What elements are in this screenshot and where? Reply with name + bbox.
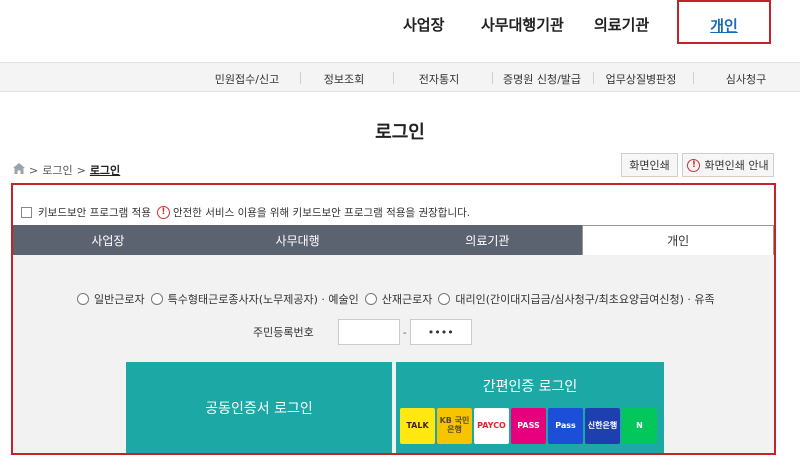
radio-button[interactable] bbox=[77, 293, 89, 305]
worker-type-option[interactable]: 대리인(간이대지급금/심사청구/최초요양급여신청) · 유족 bbox=[438, 291, 715, 307]
menu-divider bbox=[492, 72, 493, 84]
login-panel: 키보드보안 프로그램 적용 ! 안전한 서비스 이용을 위해 키보드보안 프로그… bbox=[11, 183, 776, 455]
keyboard-security-label[interactable]: 키보드보안 프로그램 적용 bbox=[38, 205, 151, 220]
print-guide-button[interactable]: ! 화면인쇄 안내 bbox=[682, 153, 774, 177]
radio-button[interactable] bbox=[364, 293, 377, 305]
worker-type-group: 일반근로자 특수형태근로종사자(노무제공자) · 예술인 산재근로자 대리인(간… bbox=[77, 291, 715, 307]
keyboard-security-notice-text: 안전한 서비스 이용을 위해 키보드보안 프로그램 적용을 권장합니다. bbox=[172, 207, 471, 219]
worker-type-option[interactable]: 산재근로자 bbox=[364, 291, 433, 307]
samsung-pass-logo-icon[interactable]: Pass bbox=[548, 408, 583, 444]
worker-type-label[interactable]: 특수형태근로종사자(노무제공자) · 예술인 bbox=[168, 291, 359, 307]
nav-personal-box[interactable]: 개인 bbox=[677, 0, 771, 44]
tab-agency[interactable]: 사무대행 bbox=[203, 225, 393, 255]
pass-logo-icon[interactable]: PASS bbox=[511, 408, 546, 444]
resident-number-front-input[interactable] bbox=[337, 319, 400, 345]
breadcrumb-current[interactable]: 로그인 bbox=[90, 162, 120, 178]
home-icon[interactable] bbox=[13, 163, 25, 177]
breadcrumb-separator: > bbox=[76, 163, 86, 177]
nav-business[interactable]: 사업장 bbox=[403, 14, 444, 35]
tab-business[interactable]: 사업장 bbox=[13, 225, 203, 255]
breadcrumb: > 로그인 > 로그인 bbox=[13, 162, 120, 178]
keyboard-security-row: 키보드보안 프로그램 적용 ! 안전한 서비스 이용을 위해 키보드보안 프로그… bbox=[21, 205, 470, 220]
worker-type-label[interactable]: 일반근로자 bbox=[94, 291, 145, 307]
radio-button[interactable] bbox=[150, 293, 163, 305]
resident-number-row: 주민등록번호 - •••• bbox=[253, 319, 472, 345]
page-title: 로그인 bbox=[375, 122, 425, 143]
kakao-logo-icon[interactable]: TALK bbox=[400, 408, 435, 444]
worker-type-option[interactable]: 일반근로자 bbox=[77, 291, 145, 307]
resident-number-back-input[interactable]: •••• bbox=[409, 319, 472, 345]
print-button[interactable]: 화면인쇄 bbox=[621, 153, 678, 177]
menu-occupational-disease[interactable]: 업무상질병판정 bbox=[593, 71, 689, 87]
menu-appeal[interactable]: 심사청구 bbox=[698, 71, 794, 87]
menu-civil-complaint[interactable]: 민원접수/신고 bbox=[199, 71, 295, 87]
worker-type-option[interactable]: 특수형태근로종사자(노무제공자) · 예술인 bbox=[150, 291, 359, 307]
menu-certificate[interactable]: 증명원 신청/발급 bbox=[494, 71, 590, 87]
nav-agency[interactable]: 사무대행기관 bbox=[481, 14, 564, 35]
breadcrumb-separator: > bbox=[29, 163, 39, 177]
breadcrumb-item[interactable]: 로그인 bbox=[42, 162, 72, 178]
tab-medical[interactable]: 의료기관 bbox=[393, 225, 583, 255]
nav-personal[interactable]: 개인 bbox=[679, 15, 769, 36]
menu-e-notice[interactable]: 전자통지 bbox=[391, 71, 487, 87]
payco-logo-icon[interactable]: PAYCO bbox=[474, 408, 509, 444]
login-type-tabs: 사업장 사무대행 의료기관 개인 bbox=[13, 225, 774, 255]
resident-number-separator: - bbox=[402, 325, 407, 339]
print-guide-label: 화면인쇄 안내 bbox=[704, 159, 769, 172]
radio-button[interactable] bbox=[438, 293, 451, 305]
resident-number-label: 주민등록번호 bbox=[253, 326, 314, 339]
worker-type-label[interactable]: 대리인(간이대지급금/심사청구/최초요양급여신청) · 유족 bbox=[455, 291, 714, 307]
nav-medical[interactable]: 의료기관 bbox=[594, 14, 649, 35]
menu-divider bbox=[693, 72, 694, 84]
print-label: 화면인쇄 bbox=[629, 159, 670, 172]
keyboard-security-checkbox[interactable] bbox=[21, 207, 32, 218]
tab-personal[interactable]: 개인 bbox=[582, 225, 774, 255]
kb-logo-icon[interactable]: KB 국민은행 bbox=[437, 408, 472, 444]
user-type-nav: 사업장 사무대행기관 의료기관 개인 bbox=[0, 0, 800, 62]
personal-login-panel: 일반근로자 특수형태근로종사자(노무제공자) · 예술인 산재근로자 대리인(간… bbox=[13, 255, 774, 453]
worker-type-label[interactable]: 산재근로자 bbox=[382, 291, 433, 307]
keyboard-security-notice: ! 안전한 서비스 이용을 위해 키보드보안 프로그램 적용을 권장합니다. bbox=[156, 205, 471, 220]
warning-icon: ! bbox=[687, 158, 701, 172]
main-menu: 민원접수/신고 정보조회 전자통지 증명원 신청/발급 업무상질병판정 심사청구 bbox=[0, 62, 800, 92]
shinhan-logo-icon[interactable]: 신한은행 bbox=[585, 408, 620, 444]
simple-auth-provider-list: TALK KB 국민은행 PAYCO PASS Pass 신한은행 N bbox=[400, 408, 657, 444]
certificate-login-button[interactable]: 공동인증서 로그인 bbox=[126, 362, 392, 453]
simple-auth-title: 간편인증 로그인 bbox=[482, 379, 578, 395]
menu-info-inquiry[interactable]: 정보조회 bbox=[296, 71, 392, 87]
warning-icon: ! bbox=[156, 206, 170, 219]
naver-logo-icon[interactable]: N bbox=[622, 408, 657, 444]
simple-auth-login-button[interactable]: 간편인증 로그인 TALK KB 국민은행 PAYCO PASS Pass 신한은행 N bbox=[396, 362, 664, 453]
